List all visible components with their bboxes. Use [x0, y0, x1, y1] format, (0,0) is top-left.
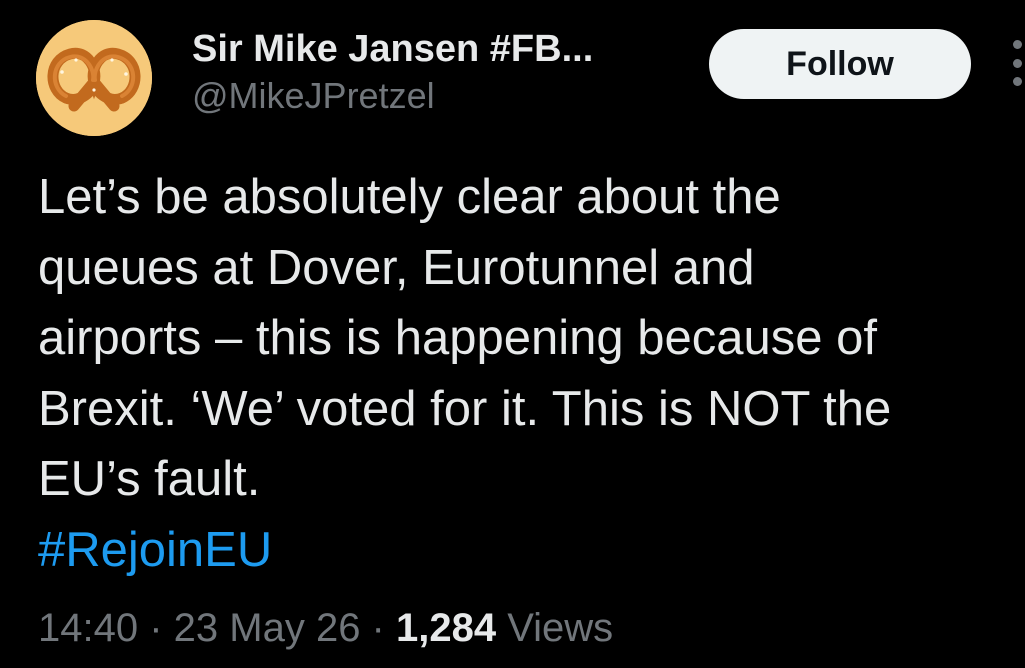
tweet-text-line: EU’s fault.	[38, 452, 261, 506]
tweet-text: Let’s be absolutely clear about the queu…	[38, 162, 1013, 585]
tweet-meta: 14:40 · 23 May 26 · 1,284 Views	[38, 600, 613, 656]
tweet-text-line: Let’s be absolutely clear about the	[38, 170, 781, 224]
author-handle[interactable]: @MikeJPretzel	[192, 74, 593, 118]
tweet-text-line: airports – this is happening because of	[38, 311, 877, 365]
avatar[interactable]	[36, 20, 152, 136]
more-dot	[1013, 77, 1022, 86]
follow-button[interactable]: Follow	[709, 29, 971, 99]
tweet-date[interactable]: 23 May 26	[174, 606, 361, 650]
meta-separator: ·	[360, 606, 396, 650]
views-label: Views	[496, 606, 614, 650]
author-info: Sir Mike Jansen #FB... @MikeJPretzel	[192, 26, 593, 118]
more-dot	[1013, 58, 1022, 68]
more-dot	[1013, 40, 1022, 49]
more-options-icon[interactable]	[1010, 40, 1025, 86]
meta-separator: ·	[138, 606, 174, 650]
views-count: 1,284	[395, 606, 497, 650]
tweet-time[interactable]: 14:40	[38, 606, 138, 650]
tweet-text-line: queues at Dover, Eurotunnel and	[38, 240, 755, 295]
author-display-name[interactable]: Sir Mike Jansen #FB...	[192, 26, 593, 72]
tweet: Sir Mike Jansen #FB... @MikeJPretzel Fol…	[0, 0, 1025, 668]
tweet-text-line: Brexit. ‘We’ voted for it. This is NOT t…	[38, 381, 892, 436]
hashtag-link[interactable]: #RejoinEU	[38, 515, 1013, 586]
pretzel-icon	[36, 20, 152, 136]
